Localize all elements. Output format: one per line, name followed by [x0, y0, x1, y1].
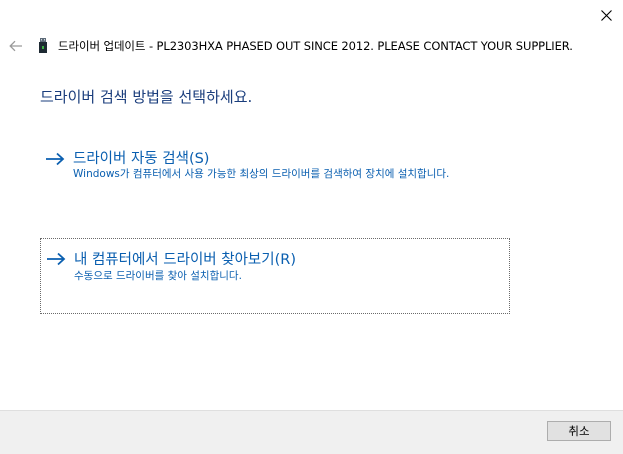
option-description: Windows가 컴퓨터에서 사용 가능한 최상의 드라이버를 검색하여 장치에… — [73, 168, 450, 180]
back-arrow-icon — [9, 40, 22, 52]
auto-search-option[interactable]: 드라이버 자동 검색(S) Windows가 컴퓨터에서 사용 가능한 최상의 … — [40, 140, 510, 204]
back-button[interactable] — [6, 36, 26, 56]
option-description: 수동으로 드라이버를 찾아 설치합니다. — [74, 270, 242, 282]
option-title: 드라이버 자동 검색(S) — [73, 151, 210, 167]
page-heading: 드라이버 검색 방법을 선택하세요. — [40, 88, 253, 106]
cancel-button[interactable]: 취소 — [547, 421, 611, 441]
option-title: 내 컴퓨터에서 드라이버 찾아보기(R) — [74, 252, 296, 268]
browse-computer-option[interactable]: 내 컴퓨터에서 드라이버 찾아보기(R) 수동으로 드라이버를 찾아 설치합니다… — [40, 238, 510, 314]
usb-device-icon — [39, 38, 47, 53]
arrow-right-icon — [46, 152, 65, 166]
arrow-right-icon — [47, 252, 66, 266]
window-title: 드라이버 업데이트 - PL2303HXA PHASED OUT SINCE 2… — [58, 39, 573, 53]
wizard-header: 드라이버 업데이트 - PL2303HXA PHASED OUT SINCE 2… — [0, 32, 623, 60]
close-icon — [600, 9, 612, 21]
footer-bar: 취소 — [0, 410, 623, 454]
close-button[interactable] — [589, 0, 623, 30]
